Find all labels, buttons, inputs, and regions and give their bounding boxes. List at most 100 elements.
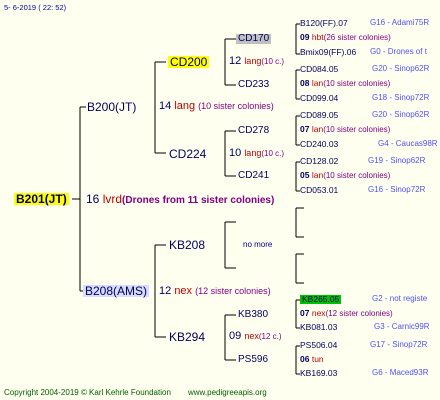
gen4-num: 07 (300, 124, 310, 134)
kb294-abbr: nex (244, 331, 259, 341)
gen4-name: CD240.03 (300, 139, 339, 149)
gen4-group: G17 - Sinop72R (370, 340, 428, 349)
kb294-desc: (12 c.) (258, 332, 282, 341)
gen2-kb208[interactable]: KB208 (169, 239, 205, 251)
gen2-cd200-info: 12 lang(10 c.) (229, 56, 284, 67)
gen4-num: 08 (300, 78, 310, 88)
gen4-name: B120(FF).07 (300, 18, 348, 28)
cd224-desc: (10 c.) (261, 149, 284, 158)
gen4-name: KB265.05 (302, 294, 340, 304)
gen3-cd278[interactable]: CD278 (238, 126, 269, 136)
gen4-row[interactable]: KB169.03 (300, 369, 337, 378)
gen1-bottom-num: 12 (159, 285, 172, 297)
cd224-num: 10 (229, 147, 242, 159)
gen4-row[interactable]: CD128.02 (300, 157, 338, 166)
gen3-cd241[interactable]: CD241 (238, 171, 269, 181)
gen4-drone-row: 09 hbt(26 sister colonies) (300, 33, 391, 42)
gen4-abbr: hbt (311, 32, 324, 42)
gen4-desc: (10 sister colonies) (323, 125, 391, 134)
gen4-abbr: lan (311, 78, 324, 88)
gen4-abbr: lan (311, 170, 324, 180)
gen4-abbr: lan (311, 124, 324, 134)
root-abbr: lvrd (102, 192, 123, 206)
cd200-num: 12 (229, 55, 242, 67)
gen4-name: CD084.05 (300, 64, 339, 74)
gen1-bottom-info: 12 nex (12 sister colonies) (159, 286, 271, 297)
site-link[interactable]: www.pedigreeapis.org (188, 389, 267, 397)
date-stamp: 5- 6-2019 ( 22: 52) (4, 3, 67, 12)
gen3-cd233[interactable]: CD233 (238, 80, 269, 90)
root-num: 16 (86, 192, 100, 206)
gen1-top-abbr: lang (174, 100, 196, 112)
root-queen[interactable]: B201(JT) (14, 193, 69, 205)
gen4-group: G2 - not registe (372, 294, 428, 303)
gen2-cd224-info: 10 lang(10 c.) (229, 148, 284, 159)
gen1-bottom-queen[interactable]: B208(AMS) (83, 285, 150, 297)
gen4-name: CD089.05 (300, 110, 339, 120)
gen4-num: 06 (300, 354, 310, 364)
cd200-abbr: lang (244, 56, 262, 66)
gen4-name: CD099.04 (300, 93, 339, 103)
gen4-row[interactable]: Bmix09(FF).06 (300, 48, 356, 57)
gen4-row[interactable]: CD099.04 (300, 94, 338, 103)
gen4-group: G16 - Adami75R (370, 18, 430, 27)
gen3-kb380[interactable]: KB380 (238, 310, 268, 320)
gen4-drone-row: 05 lan(10 sister colonies) (300, 171, 390, 180)
gen2-kb294[interactable]: KB294 (169, 331, 205, 343)
gen4-desc: (10 sister colonies) (323, 171, 391, 180)
copyright-text: Copyright 2004-2019 © Karl Kehrle Founda… (4, 388, 171, 397)
gen4-group: G4 - Caucas98R (378, 139, 438, 148)
gen4-drone-row: 06 tun (300, 355, 324, 364)
gen4-drone-row: 07 nex(12 sister colonies) (300, 309, 393, 318)
gen4-name: KB081.03 (300, 322, 338, 332)
gen4-row[interactable]: CD053.01 (300, 186, 338, 195)
gen4-group: G0 - Drones of t (370, 47, 427, 56)
gen4-abbr: tun (311, 354, 324, 364)
gen4-group: G6 - Maced93R (372, 368, 429, 377)
gen4-group: G18 - Sinop72R (372, 93, 430, 102)
gen4-name: CD053.01 (300, 185, 339, 195)
gen4-num: 09 (300, 32, 310, 42)
cd224-abbr: lang (244, 148, 262, 158)
gen4-group: G20 - Sinop62R (372, 64, 430, 73)
gen4-desc: (12 sister colonies) (325, 309, 393, 318)
gen4-num: 05 (300, 170, 310, 180)
gen4-row[interactable]: KB265.05 (300, 294, 342, 304)
gen4-name: PS506.04 (300, 340, 338, 350)
gen4-name: CD128.02 (300, 156, 339, 166)
gen2-kb294-info: 09 nex(12 c.) (229, 331, 282, 342)
gen1-top-info: 14 lang (10 sister colonies) (159, 101, 274, 112)
gen4-group: G3 - Carnic99R (374, 322, 430, 331)
root-drone-info: 16 lvrd(Drones from 11 sister colonies) (86, 193, 274, 206)
gen4-drone-row: 08 lan(10 sister colonies) (300, 79, 390, 88)
gen4-drone-row: 07 lan(10 sister colonies) (300, 125, 390, 134)
gen4-abbr: nex (311, 308, 326, 318)
gen1-bottom-desc: (12 sister colonies) (195, 286, 271, 296)
gen4-group: G19 - Sinop62R (368, 156, 426, 165)
gen4-num: 07 (300, 308, 310, 318)
gen4-group: G16 - Sinop72R (368, 185, 426, 194)
gen3-cd170[interactable]: CD170 (236, 34, 272, 44)
gen1-top-desc: (10 sister colonies) (198, 101, 274, 111)
gen1-top-queen[interactable]: B200(JT) (87, 101, 136, 113)
gen4-row[interactable]: CD084.05 (300, 65, 338, 74)
gen4-row[interactable]: KB081.03 (300, 323, 337, 332)
gen4-row[interactable]: B120(FF).07 (300, 19, 348, 28)
gen4-row[interactable]: CD089.05 (300, 111, 338, 120)
kb294-num: 09 (229, 330, 242, 342)
gen4-group: G20 - Sinop62R (372, 110, 430, 119)
kb208-no-more: no more (243, 240, 273, 249)
gen4-desc: (26 sister colonies) (323, 33, 391, 42)
cd200-desc: (10 c.) (261, 57, 284, 66)
root-desc: (Drones from 11 sister colonies) (122, 195, 275, 206)
gen4-row[interactable]: PS506.04 (300, 341, 337, 350)
gen4-desc: (10 sister colonies) (323, 79, 391, 88)
gen4-name: KB169.03 (300, 368, 338, 378)
gen3-ps596[interactable]: PS596 (238, 355, 268, 365)
gen4-row[interactable]: CD240.03 (300, 140, 338, 149)
gen4-name: Bmix09(FF).06 (300, 47, 357, 57)
gen2-cd200[interactable]: CD200 (168, 56, 210, 68)
gen1-top-num: 14 (159, 100, 172, 112)
gen1-bottom-abbr: nex (174, 285, 193, 297)
gen2-cd224[interactable]: CD224 (169, 148, 206, 160)
